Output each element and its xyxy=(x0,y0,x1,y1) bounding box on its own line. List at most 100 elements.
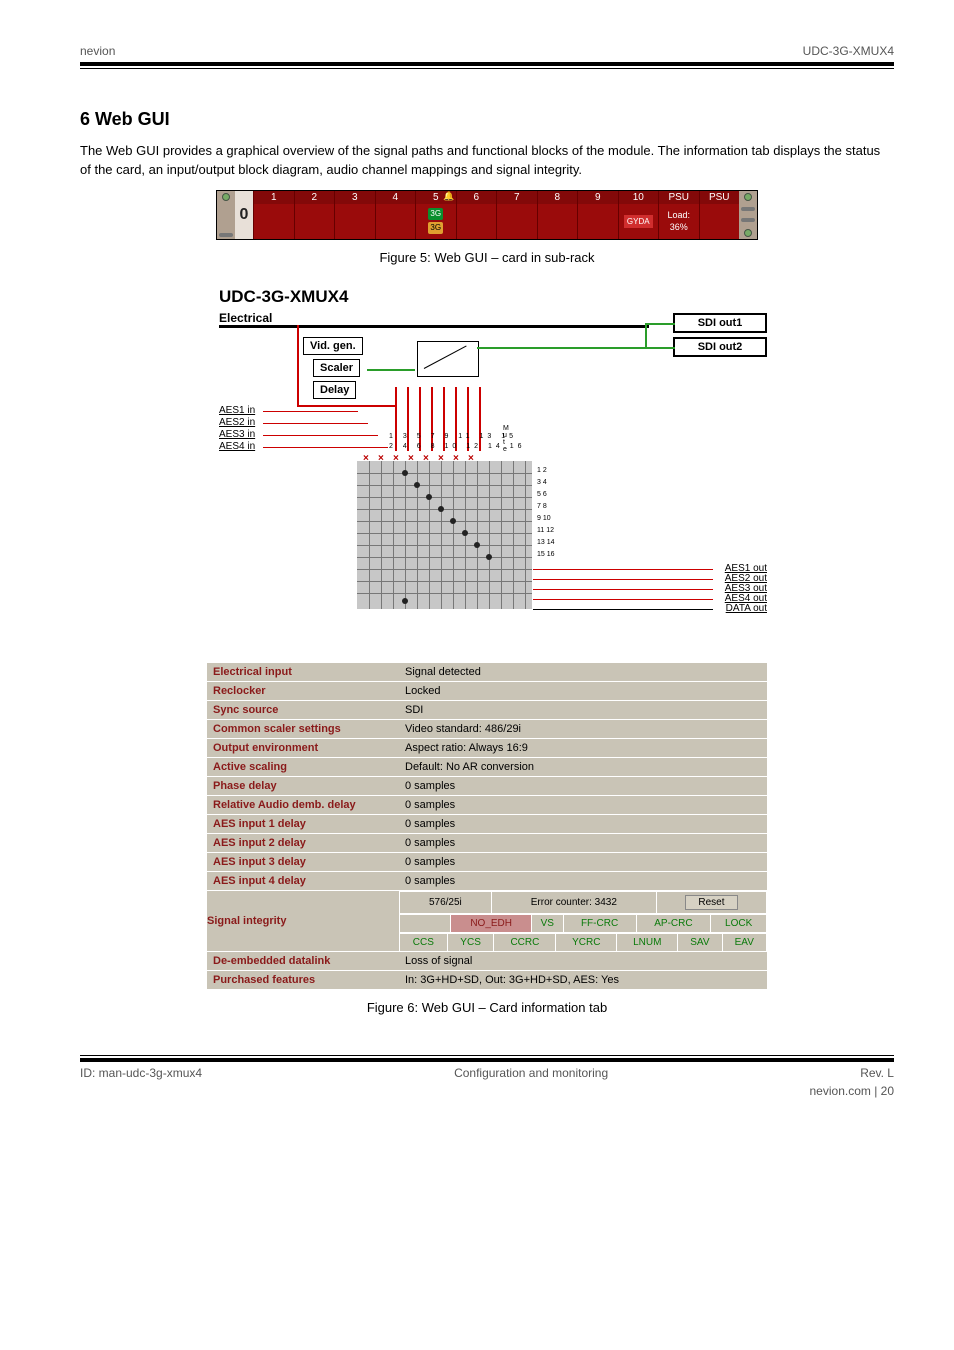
electrical-label: Electrical xyxy=(219,311,272,325)
slot-7[interactable]: 7 xyxy=(496,191,537,239)
sdi-out2: SDI out2 xyxy=(673,337,767,357)
frame-end-left xyxy=(217,191,235,239)
wire xyxy=(467,387,469,451)
figure6-caption: Figure 6: Web GUI – Card information tab xyxy=(80,1000,894,1015)
header-rule xyxy=(80,62,894,69)
table-row: Output environmentAspect ratio: Always 1… xyxy=(207,738,767,757)
header-left: nevion xyxy=(80,44,115,58)
table-row: AES input 3 delay0 samples xyxy=(207,852,767,871)
block-vidgen: Vid. gen. xyxy=(303,337,363,355)
frame-end-right xyxy=(739,191,757,239)
aes2-in: AES2 in xyxy=(219,417,255,428)
wire xyxy=(263,447,388,448)
table-row: Active scalingDefault: No AR conversion xyxy=(207,757,767,776)
wire xyxy=(263,435,378,436)
matrix-row: 13 14 xyxy=(537,539,555,546)
sig-line xyxy=(645,347,675,349)
matrix-row: 1 2 xyxy=(537,467,547,474)
slot-psu-1[interactable]: PSU Load: 36% xyxy=(658,191,699,239)
status-led-icon xyxy=(744,229,752,237)
doc-header: nevion UDC-3G-XMUX4 xyxy=(80,44,894,58)
reset-button[interactable]: Reset xyxy=(685,895,737,910)
wire xyxy=(533,569,713,570)
badge-3g-alt: 3G xyxy=(428,222,443,234)
table-row: Relative Audio demb. delay0 samples xyxy=(207,795,767,814)
slot-10-gyda[interactable]: 10 GYDA xyxy=(618,191,659,239)
si-flags-2: CCS YCS CCRC YCRC LNUM SAV EAV xyxy=(399,933,767,952)
table-row: Phase delay0 samples xyxy=(207,776,767,795)
vent-icon xyxy=(741,218,755,222)
sig-line xyxy=(477,347,645,349)
status-table: Electrical inputSignal detected Reclocke… xyxy=(207,663,767,991)
footer-rule xyxy=(80,1055,894,1062)
sig-line xyxy=(645,323,675,325)
wire xyxy=(533,579,713,580)
slot-2[interactable]: 2 xyxy=(294,191,335,239)
vent-icon xyxy=(219,233,233,237)
table-row: AES input 2 delay0 samples xyxy=(207,833,767,852)
page-number: nevion.com | 20 xyxy=(810,1084,895,1098)
slot-psu-2[interactable]: PSU xyxy=(699,191,740,239)
slot-3[interactable]: 3 xyxy=(334,191,375,239)
audio-matrix xyxy=(357,461,532,609)
table-row: Sync sourceSDI xyxy=(207,700,767,719)
footer-left: ID: man-udc-3g-xmux4 xyxy=(80,1066,202,1080)
diagram-title: UDC-3G-XMUX4 xyxy=(219,287,348,307)
doc-footer: ID: man-udc-3g-xmux4 Configuration and m… xyxy=(80,1066,894,1080)
page-number-line: nevion.com | 20 xyxy=(80,1084,894,1098)
mute-label: M u t e xyxy=(503,425,509,453)
table-row: AES input 1 delay0 samples xyxy=(207,814,767,833)
data-out: DATA out xyxy=(726,603,767,614)
status-led-icon xyxy=(744,193,752,201)
aes1-in: AES1 in xyxy=(219,405,255,416)
wire xyxy=(407,387,409,451)
aes4-in: AES4 in xyxy=(219,441,255,452)
slot-8[interactable]: 8 xyxy=(537,191,578,239)
aes3-in: AES3 in xyxy=(219,429,255,440)
matrix-col-top: 1 3 5 7 9 11 13 15 xyxy=(389,433,519,440)
wire xyxy=(443,387,445,451)
badge-3g: 3G xyxy=(428,208,443,220)
wire xyxy=(419,387,421,451)
matrix-row: 3 4 xyxy=(537,479,547,486)
wire xyxy=(263,411,358,412)
figure5-caption: Figure 5: Web GUI – card in sub-rack xyxy=(80,250,894,265)
signal-integrity-row: Signal integrity 576/25i Error counter: … xyxy=(207,890,767,914)
table-row: De-embedded datalinkLoss of signal xyxy=(207,952,767,971)
block-delay: Delay xyxy=(313,381,356,399)
table-row: Purchased featuresIn: 3G+HD+SD, Out: 3G+… xyxy=(207,971,767,990)
wire xyxy=(263,423,368,424)
sig-line xyxy=(367,369,415,371)
rack-frame: 0 1 2 3 4 5🔔 3G 3G 6 7 8 9 10 GYDA PSU xyxy=(216,190,758,240)
wire xyxy=(533,609,713,610)
table-row: AES input 4 delay0 samples xyxy=(207,871,767,890)
switch-icon xyxy=(417,341,479,377)
slot-6[interactable]: 6 xyxy=(456,191,497,239)
matrix-row: 5 6 xyxy=(537,491,547,498)
slot-9[interactable]: 9 xyxy=(577,191,618,239)
figure-info-tab: UDC-3G-XMUX4 Electrical SDI out1 SDI out… xyxy=(80,287,894,991)
block-scaler: Scaler xyxy=(313,359,360,377)
slot-1[interactable]: 1 xyxy=(253,191,294,239)
wire xyxy=(297,405,397,407)
section-heading: 6 Web GUI xyxy=(80,109,894,130)
wire xyxy=(533,589,713,590)
vent-icon xyxy=(741,207,755,211)
header-right: UDC-3G-XMUX4 xyxy=(803,44,894,58)
block-diagram: UDC-3G-XMUX4 Electrical SDI out1 SDI out… xyxy=(207,287,767,647)
matrix-row: 15 16 xyxy=(537,551,555,558)
status-led-icon xyxy=(222,193,230,201)
table-row: Electrical inputSignal detected xyxy=(207,663,767,682)
wire xyxy=(479,387,481,451)
footer-right: Rev. L xyxy=(860,1066,894,1080)
wire xyxy=(431,387,433,451)
slot-5-active[interactable]: 5🔔 3G 3G xyxy=(415,191,456,239)
matrix-row: 7 8 xyxy=(537,503,547,510)
frame-index: 0 xyxy=(235,191,253,239)
figure-rack: 0 1 2 3 4 5🔔 3G 3G 6 7 8 9 10 GYDA PSU xyxy=(80,190,894,240)
gyda-badge: GYDA xyxy=(624,215,653,228)
bus-line xyxy=(219,325,649,328)
intro-paragraph: The Web GUI provides a graphical overvie… xyxy=(80,142,894,180)
slot-4[interactable]: 4 xyxy=(375,191,416,239)
si-summary: 576/25i Error counter: 3432 Reset xyxy=(399,891,767,914)
